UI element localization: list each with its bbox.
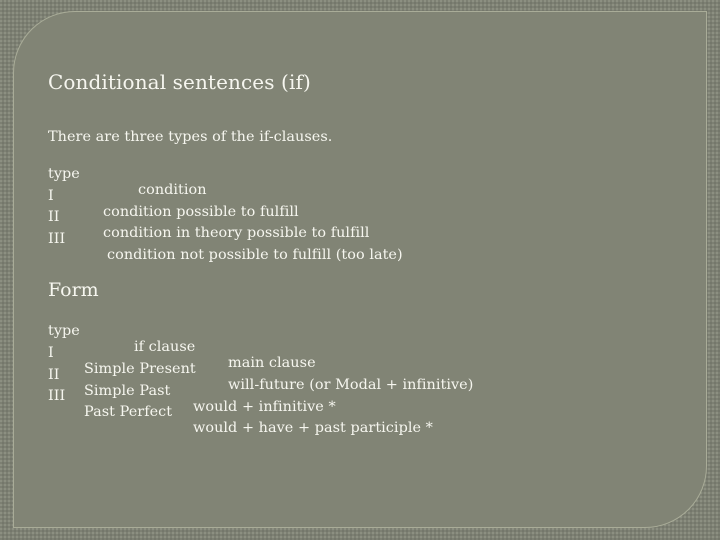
condition-text: condition in theory possible to fulfill [103,225,370,241]
type-label: III [48,388,66,404]
form-row: III Past Perfect would + have + past par… [48,372,433,452]
header-main-clause: main clause [228,355,316,371]
main-clause-text: would + have + past participle * [193,420,433,436]
type-label: III [48,231,66,247]
if-clause-text: Simple Past [84,383,171,399]
condition-text: condition not possible to fulfill (too l… [107,247,403,263]
slide-title: Conditional sentences (if) [48,70,311,94]
header-if-clause: if clause [134,339,196,355]
if-clause-text: Simple Present [84,361,196,377]
condition-text: condition possible to fulfill [103,204,299,220]
main-clause-text: would + infinitive * [193,399,336,415]
form-heading: Form [48,279,99,301]
header-condition: condition [138,182,207,198]
main-clause-text: will-future (or Modal + infinitive) [228,377,474,393]
intro-text: There are three types of the if-clauses. [48,129,333,145]
if-clause-text: Past Perfect [84,404,173,420]
types-row: III condition not possible to fulfill (t… [48,215,403,279]
